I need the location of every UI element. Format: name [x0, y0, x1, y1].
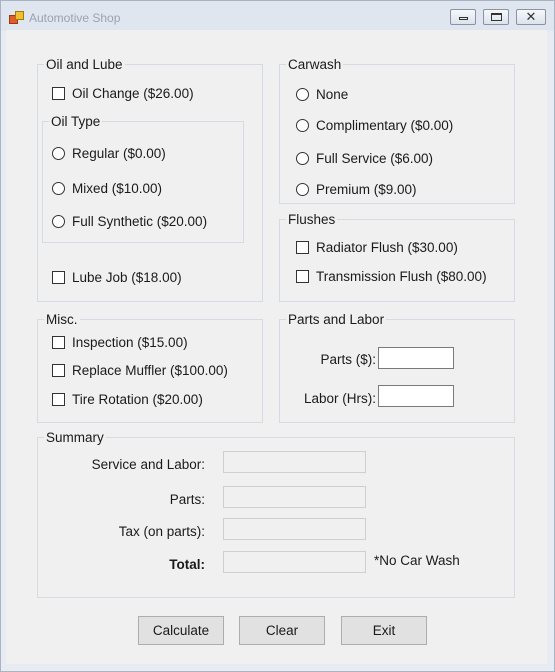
- oil-type-regular-label: Regular ($0.00): [72, 145, 166, 161]
- tire-rotation-checkbox[interactable]: Tire Rotation ($20.00): [52, 390, 203, 408]
- radio-circle[interactable]: [52, 146, 65, 160]
- misc-title: Misc.: [44, 311, 80, 328]
- minimize-button[interactable]: [450, 9, 476, 25]
- flushes-title: Flushes: [286, 211, 338, 228]
- flushes-group: Flushes Radiator Flush ($30.00) Transmis…: [279, 211, 515, 302]
- carwash-none-radio[interactable]: None: [296, 85, 348, 103]
- parts-and-labor-title: Parts and Labor: [286, 311, 387, 328]
- calculate-button[interactable]: Calculate: [138, 616, 224, 645]
- tax-output: [223, 518, 366, 540]
- oil-type-title: Oil Type: [49, 113, 103, 130]
- summary-parts-label: Parts:: [169, 492, 205, 507]
- tax-label: Tax (on parts):: [118, 524, 205, 539]
- carwash-full-service-radio[interactable]: Full Service ($6.00): [296, 149, 433, 167]
- summary-title: Summary: [44, 429, 106, 446]
- checkbox-box[interactable]: [296, 240, 309, 254]
- oil-type-regular-radio[interactable]: Regular ($0.00): [52, 144, 166, 162]
- radio-circle[interactable]: [296, 182, 309, 196]
- carwash-title: Carwash: [286, 56, 344, 73]
- no-car-wash-note: *No Car Wash: [374, 553, 460, 568]
- summary-parts-output: [223, 486, 366, 508]
- carwash-full-service-label: Full Service ($6.00): [316, 150, 434, 166]
- tire-rotation-label: Tire Rotation ($20.00): [72, 391, 203, 407]
- title-bar[interactable]: Automotive Shop ✕: [1, 1, 554, 31]
- radio-circle[interactable]: [296, 87, 309, 101]
- radiator-flush-checkbox[interactable]: Radiator Flush ($30.00): [296, 238, 458, 256]
- oil-and-lube-group: Oil and Lube Oil Change ($26.00) Oil Typ…: [37, 56, 263, 302]
- oil-type-full-synthetic-radio[interactable]: Full Synthetic ($20.00): [52, 212, 207, 230]
- service-and-labor-label: Service and Labor:: [91, 457, 205, 472]
- checkbox-box[interactable]: [296, 269, 309, 283]
- carwash-premium-radio[interactable]: Premium ($9.00): [296, 180, 417, 198]
- summary-group: Summary Service and Labor: Parts: Tax (o…: [37, 429, 515, 598]
- parts-and-labor-group: Parts and Labor Parts ($): Labor (Hrs):: [279, 311, 515, 423]
- minimize-icon: [459, 17, 468, 20]
- maximize-icon: [491, 13, 502, 21]
- clear-button[interactable]: Clear: [239, 616, 325, 645]
- checkbox-box[interactable]: [52, 270, 65, 284]
- oil-type-mixed-radio[interactable]: Mixed ($10.00): [52, 179, 162, 197]
- replace-muffler-checkbox[interactable]: Replace Muffler ($100.00): [52, 361, 228, 379]
- radiator-flush-label: Radiator Flush ($30.00): [316, 239, 458, 255]
- oil-type-group: Oil Type Regular ($0.00) Mixed ($10.00) …: [42, 113, 244, 243]
- oil-and-lube-title: Oil and Lube: [44, 56, 125, 73]
- labor-input[interactable]: [378, 385, 454, 407]
- lube-job-checkbox[interactable]: Lube Job ($18.00): [52, 268, 182, 286]
- parts-input[interactable]: [378, 347, 454, 369]
- misc-group: Misc. Inspection ($15.00) Replace Muffle…: [37, 311, 263, 423]
- transmission-flush-checkbox[interactable]: Transmission Flush ($80.00): [296, 267, 487, 285]
- app-icon: [9, 11, 24, 24]
- total-label: Total:: [169, 557, 205, 572]
- oil-change-checkbox[interactable]: Oil Change ($26.00): [52, 84, 194, 102]
- window-title: Automotive Shop: [29, 11, 121, 25]
- total-output: [223, 551, 366, 573]
- replace-muffler-label: Replace Muffler ($100.00): [72, 362, 228, 378]
- oil-type-mixed-label: Mixed ($10.00): [72, 180, 163, 196]
- radio-circle[interactable]: [52, 214, 65, 228]
- carwash-none-label: None: [316, 86, 349, 102]
- checkbox-box[interactable]: [52, 363, 65, 377]
- oil-type-full-synthetic-label: Full Synthetic ($20.00): [72, 213, 208, 229]
- inspection-label: Inspection ($15.00): [72, 334, 188, 350]
- oil-change-label: Oil Change ($26.00): [72, 85, 194, 101]
- carwash-premium-label: Premium ($9.00): [316, 181, 417, 197]
- checkbox-box[interactable]: [52, 335, 65, 349]
- transmission-flush-label: Transmission Flush ($80.00): [316, 268, 487, 284]
- checkbox-box[interactable]: [52, 392, 65, 406]
- exit-button[interactable]: Exit: [341, 616, 427, 645]
- radio-circle[interactable]: [52, 181, 65, 195]
- form-client-area: Oil and Lube Oil Change ($26.00) Oil Typ…: [6, 30, 547, 664]
- maximize-button[interactable]: [483, 9, 509, 25]
- parts-label: Parts ($):: [320, 352, 376, 367]
- close-button[interactable]: ✕: [516, 9, 546, 25]
- service-and-labor-output: [223, 451, 366, 473]
- labor-label: Labor (Hrs):: [303, 391, 376, 406]
- carwash-complimentary-radio[interactable]: Complimentary ($0.00): [296, 116, 453, 134]
- carwash-group: Carwash None Complimentary ($0.00) Full …: [279, 56, 515, 204]
- carwash-complimentary-label: Complimentary ($0.00): [316, 117, 454, 133]
- radio-circle[interactable]: [296, 151, 309, 165]
- radio-circle[interactable]: [296, 118, 309, 132]
- checkbox-box[interactable]: [52, 86, 65, 100]
- close-icon: ✕: [525, 9, 537, 24]
- lube-job-label: Lube Job ($18.00): [72, 269, 182, 285]
- inspection-checkbox[interactable]: Inspection ($15.00): [52, 333, 188, 351]
